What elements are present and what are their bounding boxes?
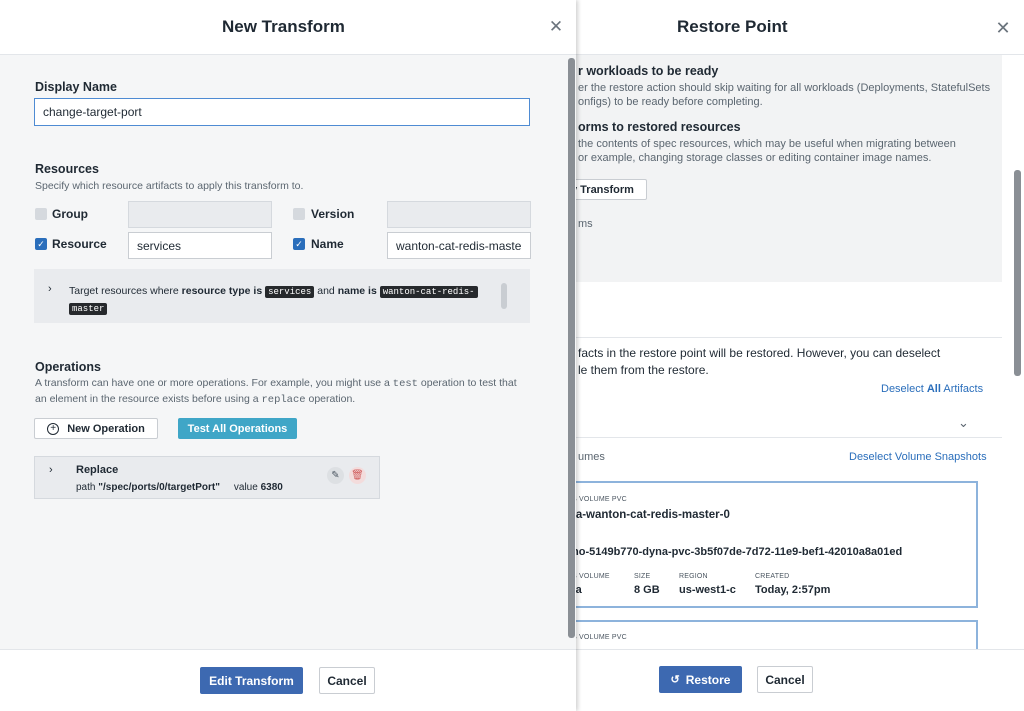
edit-transform-button[interactable]: Edit Transform — [200, 667, 303, 694]
new-operation-button[interactable]: + New Operation — [34, 418, 158, 439]
resources-title: Resources — [35, 162, 99, 176]
deselect-volume-snapshots-link[interactable]: Deselect Volume Snapshots — [849, 451, 987, 463]
close-icon[interactable]: ✕ — [990, 15, 1016, 41]
transforms-desc-1: the contents of spec resources, which ma… — [578, 138, 956, 150]
trash-icon[interactable]: 🗑 — [349, 467, 366, 484]
name-checkbox[interactable]: ✓ — [293, 238, 305, 250]
created-label: CREATED — [755, 573, 790, 580]
version-checkbox[interactable] — [293, 208, 305, 220]
name-input[interactable]: wanton-cat-redis-maste — [387, 232, 531, 259]
artifacts-text-2: le them from the restore. — [578, 363, 709, 377]
operation-card[interactable]: › Replace path "/spec/ports/0/targetPort… — [34, 456, 380, 499]
size-value: 8 GB — [634, 584, 660, 596]
group-checkbox[interactable] — [35, 208, 47, 220]
group-label: Group — [52, 207, 88, 221]
display-name-label: Display Name — [35, 80, 117, 94]
new-transform-title: New Transform — [222, 17, 345, 36]
new-transform-footer: Edit Transform Cancel — [0, 649, 576, 711]
operations-description-1: A transform can have one or more operati… — [35, 377, 517, 390]
new-transform-header: New Transform ✕ — [0, 0, 576, 55]
chevron-right-icon[interactable]: › — [48, 283, 52, 295]
wait-workloads-title: r workloads to be ready — [578, 64, 719, 78]
operation-title: Replace — [76, 464, 119, 476]
divider — [560, 337, 1002, 338]
scrollbar-thumb[interactable] — [568, 58, 575, 638]
restore-point-title: Restore Point — [677, 17, 788, 36]
restore-icon: ↺ — [670, 674, 680, 686]
transforms-desc-2: or example, changing storage classes or … — [578, 152, 932, 164]
region-label: REGION — [679, 573, 708, 580]
close-icon[interactable]: ✕ — [542, 13, 570, 41]
name-label: Name — [311, 237, 344, 251]
target-summary: › Target resources where resource type i… — [34, 269, 530, 323]
operation-details: path "/spec/ports/0/targetPort" value 63… — [76, 482, 283, 493]
wait-workloads-desc-1: er the restore action should skip waitin… — [578, 82, 991, 94]
edit-icon[interactable]: ✎ — [327, 467, 344, 484]
volume-name: ta-wanton-cat-redis-master-0 — [572, 509, 730, 521]
transforms-title: orms to restored resources — [578, 120, 741, 134]
cancel-button[interactable]: Cancel — [757, 666, 813, 693]
volume-type-label: S VOLUME PVC — [572, 496, 627, 503]
group-input[interactable] — [128, 201, 272, 228]
resource-label: Resource — [52, 237, 107, 251]
restore-button[interactable]: ↺ Restore — [659, 666, 742, 693]
operations-title: Operations — [35, 360, 101, 374]
size-label: SIZE — [634, 573, 651, 580]
volume-type-label: S VOLUME PVC — [572, 634, 627, 641]
chevron-right-icon[interactable]: › — [49, 464, 53, 476]
chevron-down-icon[interactable]: ⌄ — [958, 415, 969, 431]
scrollbar-thumb[interactable] — [501, 283, 507, 309]
new-transform-panel: New Transform ✕ Display Name change-targ… — [0, 0, 576, 711]
operations-description-2: an element in the resource exists before… — [35, 393, 356, 406]
cancel-button[interactable]: Cancel — [319, 667, 375, 694]
target-summary-text: Target resources where resource type is … — [69, 283, 489, 317]
deselect-all-artifacts-link[interactable]: Deselect All Artifacts — [881, 383, 983, 395]
version-input[interactable] — [387, 201, 531, 228]
wait-workloads-desc-2: onfigs) to be ready before completing. — [578, 96, 763, 108]
new-transform-body: Display Name change-target-port Resource… — [0, 55, 576, 649]
scrollbar-thumb[interactable] — [1014, 170, 1021, 376]
test-all-operations-button[interactable]: Test All Operations — [178, 418, 297, 439]
resource-checkbox[interactable]: ✓ — [35, 238, 47, 250]
plus-circle-icon: + — [47, 422, 60, 435]
created-value: Today, 2:57pm — [755, 584, 831, 596]
resource-input[interactable]: services — [128, 232, 272, 259]
resources-description: Specify which resource artifacts to appl… — [35, 180, 304, 192]
volume-id: no-5149b770-dyna-pvc-3b5f07de-7d72-11e9-… — [572, 546, 903, 558]
version-label: Version — [311, 207, 355, 221]
volume-col-label: S VOLUME — [572, 573, 610, 580]
transform-items-text: ms — [578, 218, 593, 230]
display-name-input[interactable]: change-target-port — [34, 98, 530, 126]
artifacts-text-1: facts in the restore point will be resto… — [578, 346, 941, 360]
volume-card[interactable]: S VOLUME PVC ta-wanton-cat-redis-master-… — [560, 481, 978, 608]
divider — [560, 437, 1002, 438]
region-value: us-west1-c — [679, 584, 736, 596]
volumes-label: umes — [578, 451, 605, 463]
